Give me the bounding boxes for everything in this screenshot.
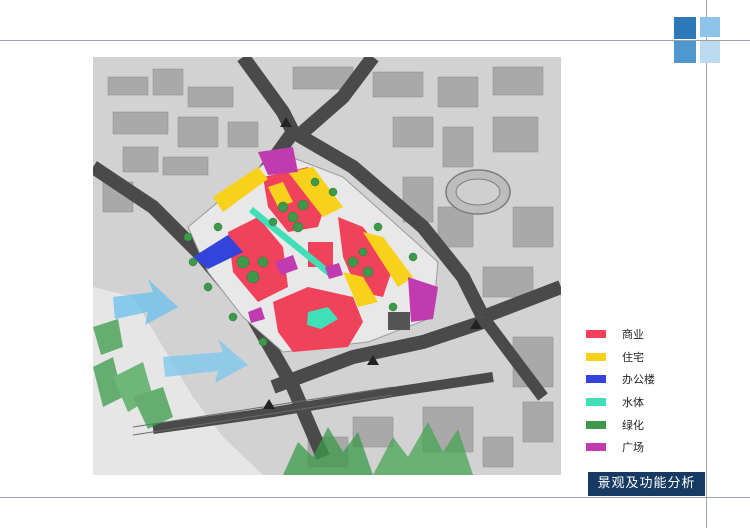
page-caption: 景观及功能分析 [588, 472, 705, 496]
legend-swatch-residential [586, 352, 606, 361]
legend-label: 办公楼 [622, 373, 655, 387]
legend-swatch-plaza [586, 443, 606, 452]
legend-label: 商业 [622, 328, 644, 342]
legend-swatch-office [586, 375, 606, 384]
legend-label: 绿化 [622, 418, 644, 432]
legend-label: 住宅 [622, 350, 644, 364]
legend-item-water: 水体 [586, 391, 706, 414]
legend-item-green: 绿化 [586, 413, 706, 436]
legend-item-plaza: 广场 [586, 436, 706, 459]
legend-item-commercial: 商业 [586, 323, 706, 346]
site-plan-drawing [93, 57, 561, 475]
right-frame-line [706, 0, 707, 528]
corner-square-mid [674, 41, 696, 63]
top-frame-line [0, 40, 750, 41]
legend-label: 水体 [622, 396, 644, 410]
legend-swatch-water [586, 398, 606, 407]
legend: 商业 住宅 办公楼 水体 绿化 广场 [586, 323, 706, 459]
corner-square-pale [700, 41, 720, 63]
legend-swatch-green [586, 420, 606, 429]
site-plan-map [93, 57, 561, 475]
legend-item-office: 办公楼 [586, 368, 706, 391]
corner-square-dark [674, 17, 696, 39]
legend-swatch-commercial [586, 330, 606, 339]
legend-label: 广场 [622, 441, 644, 455]
legend-item-residential: 住宅 [586, 346, 706, 369]
dark-block [388, 312, 410, 330]
bottom-frame-line [0, 497, 750, 498]
corner-square-light [700, 17, 720, 37]
